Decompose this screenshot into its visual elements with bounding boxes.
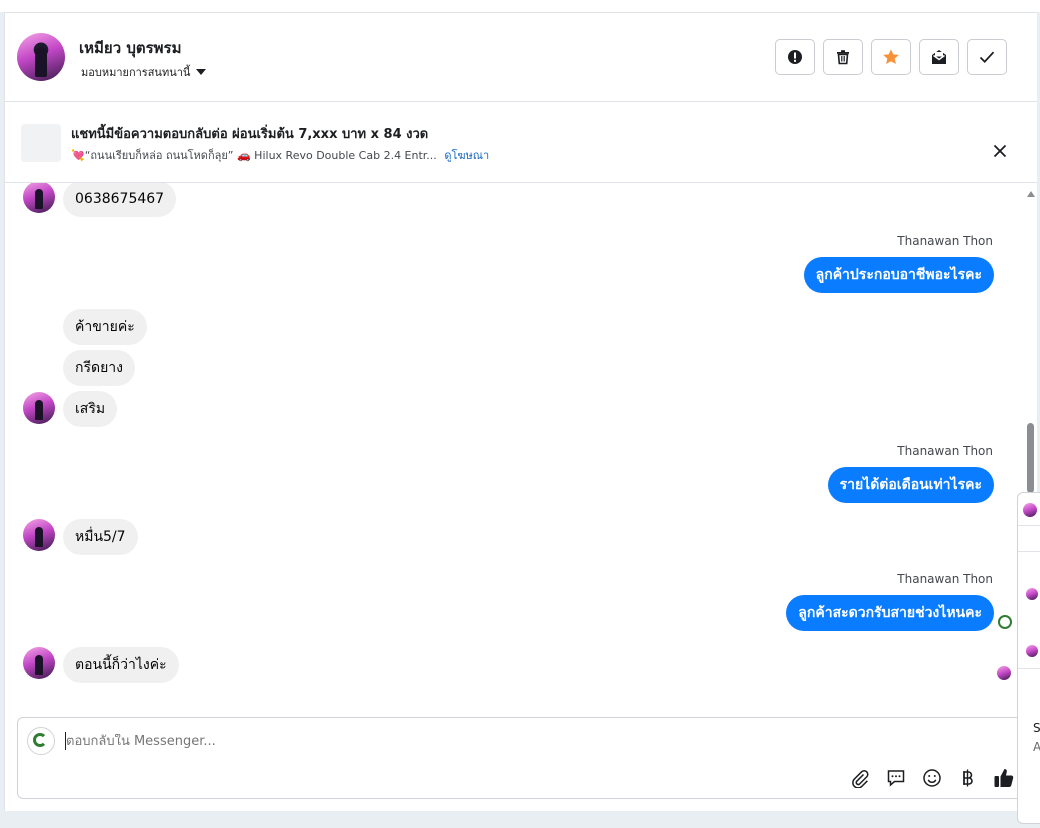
ad-thumbnail[interactable] bbox=[21, 124, 61, 162]
ad-subtitle: 💘“ถนนเรียบก็หล่อ ถนนโหดก็ลุย” 🚗 Hilux Re… bbox=[71, 149, 437, 162]
mark-done-button[interactable] bbox=[967, 39, 1007, 75]
seen-by-contact-icon bbox=[997, 666, 1011, 680]
conversation-panel: เหมียว บุตรพรม มอบหมายการสนทนานี้ แชทนี้… bbox=[4, 12, 1037, 811]
ad-reply-banner: แชทนี้มีข้อความตอบกลับต่อ ผ่อนเริ่มต้น 7… bbox=[5, 102, 1037, 183]
incoming-message[interactable]: ตอนนี้ก็ว่าไงค่ะ bbox=[63, 647, 179, 683]
ad-subtitle-row: 💘“ถนนเรียบก็หล่อ ถนนโหดก็ลุย” 🚗 Hilux Re… bbox=[71, 146, 489, 164]
caret-down-icon bbox=[196, 69, 207, 75]
emoji-icon bbox=[923, 769, 941, 787]
contact-message-avatar[interactable] bbox=[23, 519, 55, 551]
message-thread[interactable]: 0638675467 Thanawan Thon ลูกค้าประกอบอาช… bbox=[5, 183, 1037, 717]
message-sender: Thanawan Thon bbox=[897, 444, 993, 458]
contact-avatar[interactable] bbox=[17, 33, 65, 81]
close-ad-banner-button[interactable] bbox=[993, 143, 1007, 162]
contact-name[interactable]: เหมียว บุตรพรม bbox=[79, 36, 182, 60]
saved-replies-button[interactable] bbox=[886, 768, 906, 788]
quick-reply-icon bbox=[887, 770, 905, 787]
assign-conversation-dropdown[interactable]: มอบหมายการสนทนานี้ bbox=[81, 63, 207, 81]
star-button[interactable] bbox=[871, 39, 911, 75]
outgoing-message[interactable]: รายได้ต่อเดือนเท่าไรคะ bbox=[827, 467, 994, 503]
popup-avatar bbox=[1023, 503, 1037, 517]
send-like-button[interactable] bbox=[992, 766, 1016, 790]
emoji-button[interactable] bbox=[922, 768, 942, 788]
paperclip-icon bbox=[852, 770, 869, 788]
page-avatar bbox=[27, 727, 55, 755]
scroll-up-arrow-icon[interactable] bbox=[1027, 191, 1035, 197]
thumbs-up-icon bbox=[994, 769, 1014, 787]
scrollbar-thumb[interactable] bbox=[1027, 423, 1034, 493]
star-icon bbox=[883, 49, 899, 65]
popup-text: S bbox=[1033, 721, 1040, 735]
incoming-message[interactable]: กรีดยาง bbox=[63, 350, 135, 386]
reply-composer bbox=[17, 717, 1031, 799]
popup-divider bbox=[1018, 668, 1040, 669]
payment-button[interactable] bbox=[958, 768, 978, 788]
contact-message-avatar[interactable] bbox=[23, 392, 55, 424]
close-icon bbox=[993, 144, 1007, 158]
popup-avatar bbox=[1026, 645, 1038, 657]
message-sender: Thanawan Thon bbox=[897, 572, 993, 586]
delete-button[interactable] bbox=[823, 39, 863, 75]
seen-by-page-icon bbox=[998, 615, 1012, 629]
popup-divider bbox=[1018, 551, 1040, 552]
check-icon bbox=[979, 51, 995, 63]
mark-spam-button[interactable] bbox=[775, 39, 815, 75]
incoming-message[interactable]: หมื่น5/7 bbox=[63, 519, 138, 555]
trash-icon bbox=[837, 50, 849, 65]
contact-message-avatar[interactable] bbox=[23, 183, 55, 213]
top-strip bbox=[0, 0, 1040, 12]
view-ad-link[interactable]: ดูโฆษณา bbox=[444, 149, 489, 162]
incoming-message[interactable]: เสริม bbox=[63, 391, 118, 427]
popup-avatar bbox=[1026, 588, 1038, 600]
spam-icon bbox=[788, 50, 802, 64]
assign-label: มอบหมายการสนทนานี้ bbox=[81, 66, 191, 79]
conversation-header: เหมียว บุตรพรม มอบหมายการสนทนานี้ bbox=[5, 13, 1037, 102]
outgoing-message[interactable]: ลูกค้าสะดวกรับสายช่วงไหนคะ bbox=[786, 595, 994, 631]
incoming-message[interactable]: ค้าขายค่ะ bbox=[63, 309, 147, 345]
envelope-icon bbox=[932, 50, 946, 64]
baht-icon bbox=[963, 769, 973, 787]
outgoing-message[interactable]: ลูกค้าประกอบอาชีพอะไรคะ bbox=[803, 257, 994, 293]
contact-message-avatar[interactable] bbox=[23, 647, 55, 679]
reply-input[interactable] bbox=[66, 734, 766, 749]
incoming-message[interactable]: 0638675467 bbox=[63, 183, 177, 217]
side-popup-panel[interactable]: S A bbox=[1017, 492, 1040, 824]
mark-unread-button[interactable] bbox=[919, 39, 959, 75]
popup-text: A bbox=[1033, 740, 1040, 754]
message-sender: Thanawan Thon bbox=[897, 234, 993, 248]
ad-title: แชทนี้มีข้อความตอบกลับต่อ ผ่อนเริ่มต้น 7… bbox=[71, 127, 429, 142]
attach-file-button[interactable] bbox=[850, 768, 870, 788]
popup-divider bbox=[1018, 525, 1040, 526]
